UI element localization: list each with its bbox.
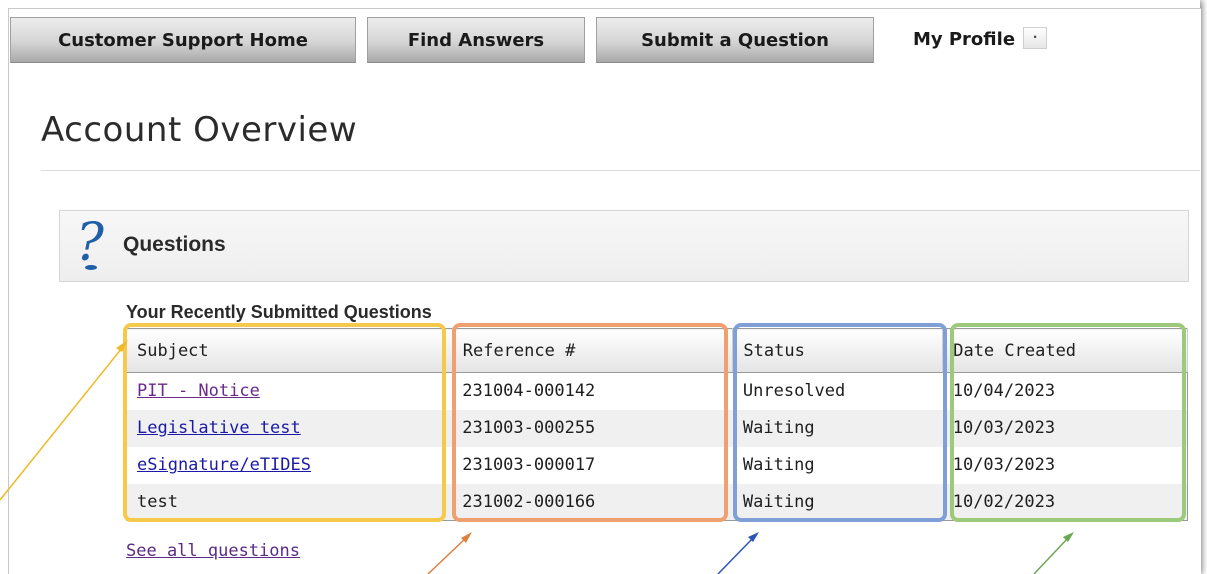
reference-annotation-arrow — [427, 532, 472, 574]
subject-annotation-arrow — [0, 340, 128, 501]
status-annotation-arrow — [717, 532, 759, 574]
date-annotation-arrow — [1033, 532, 1074, 574]
annotation-arrows — [0, 340, 1074, 574]
screenshot-stage: Customer Support Home Find Answers Submi… — [0, 0, 1207, 574]
